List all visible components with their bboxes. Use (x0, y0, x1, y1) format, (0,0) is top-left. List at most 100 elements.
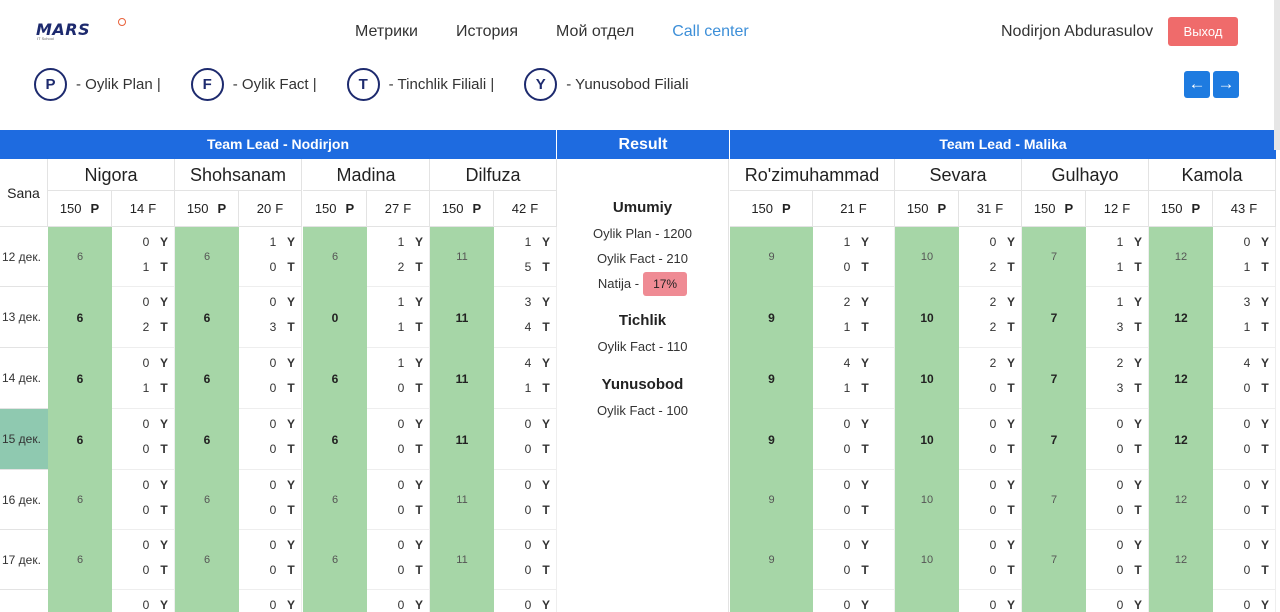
tinchlik-row: 3T (1086, 320, 1149, 340)
result-header: Result (557, 130, 729, 159)
tinchlik-count: 0 (989, 563, 997, 577)
branch-breakdown-cell: 0Y0T (239, 348, 302, 409)
yunusobod-row: 0Y (1213, 478, 1276, 498)
yunusobod-row: 0Y (494, 417, 557, 437)
plan-value: 150 (59, 201, 82, 216)
plan-letter: P (345, 201, 355, 216)
yunusobod-count: 0 (142, 417, 150, 431)
branch-breakdown-cell: 0Y (1213, 590, 1276, 612)
yunusobod-letter: Y (541, 478, 550, 492)
logout-button[interactable]: Выход (1168, 17, 1238, 46)
nav-call-center[interactable]: Call center (672, 22, 748, 42)
yunusobod-row: 3Y (494, 295, 557, 315)
branch-breakdown-cell: 0Y0T (959, 409, 1022, 470)
yunusobod-count: 0 (1116, 478, 1124, 492)
umumiy-title: Umumiy (612, 199, 673, 216)
yunusobod-row: 0Y (1086, 598, 1149, 612)
yunusobod-row: 0Y (239, 478, 302, 498)
tichlik-fact: Oylik Fact - 110 (597, 339, 688, 354)
branch-breakdown-cell: 0Y0T (1086, 530, 1149, 590)
yunusobod-letter: Y (1260, 295, 1269, 309)
yunusobod-count: 0 (843, 417, 851, 431)
next-arrow-button[interactable]: → (1213, 71, 1239, 98)
yunusobod-count: 0 (524, 598, 532, 612)
branch-breakdown-cell: 2Y3T (1086, 348, 1149, 409)
daily-plan-cell (48, 590, 112, 612)
plan-letter: P (937, 201, 947, 216)
yunusobod-count: 0 (142, 478, 150, 492)
yunusobod-letter: Y (1133, 235, 1142, 249)
tinchlik-row: 2T (112, 320, 175, 340)
yunusobod-row: 0Y (813, 478, 876, 498)
yunusobod-count: 0 (142, 295, 150, 309)
tinchlik-row: 0T (239, 442, 302, 462)
plan-letter: P (217, 201, 227, 216)
prev-arrow-button[interactable]: ← (1184, 71, 1210, 98)
daily-plan-cell: 9 (730, 470, 813, 530)
nav-history[interactable]: История (456, 22, 518, 42)
yunusobod-count: 4 (843, 356, 851, 370)
yunusobod-letter: Y (286, 295, 295, 309)
tinchlik-letter: T (287, 442, 295, 456)
legend-plan-circle: P (34, 68, 67, 101)
yunusobod-row: 0Y (367, 478, 430, 498)
fact-cell: 27 F (367, 191, 430, 227)
branch-breakdown-cell: 0Y0T (367, 530, 430, 590)
fact-value: 42 (511, 201, 527, 216)
legend-item-tinchlik: T - Tinchlik Filiali | (346, 68, 494, 101)
yunusobod-count: 2 (843, 295, 851, 309)
sana-column-header: Sana (0, 159, 48, 227)
natija-badge: 17% (643, 272, 688, 296)
tinchlik-count: 0 (269, 381, 277, 395)
yunusobod-letter: Y (1133, 417, 1142, 431)
branch-breakdown-cell: 2Y1T (813, 287, 895, 348)
tinchlik-letter: T (1134, 442, 1142, 456)
yunusobod-letter: Y (1006, 295, 1015, 309)
daily-plan-cell (1149, 590, 1213, 612)
yunusobod-count: 0 (1243, 235, 1251, 249)
tinchlik-row: 2T (959, 320, 1022, 340)
tinchlik-count: 0 (397, 442, 405, 456)
branch-breakdown-cell: 2Y2T (959, 287, 1022, 348)
branch-breakdown-cell: 0Y3T (239, 287, 302, 348)
yunusobod-row: 3Y (1213, 295, 1276, 315)
yunusobod-row: 0Y (112, 538, 175, 558)
vertical-scrollbar[interactable] (1274, 0, 1280, 150)
tinchlik-letter: T (542, 442, 550, 456)
daily-plan-cell: 11 (430, 409, 494, 470)
tinchlik-row: 0T (367, 563, 430, 583)
nav-metrics[interactable]: Метрики (355, 22, 418, 42)
tinchlik-count: 5 (524, 260, 532, 274)
plan-letter: P (782, 201, 791, 216)
tinchlik-count: 4 (524, 320, 532, 334)
tinchlik-count: 0 (269, 503, 277, 517)
tinchlik-count: 0 (142, 503, 150, 517)
yunusobod-count: 0 (269, 538, 277, 552)
tinchlik-count: 0 (989, 503, 997, 517)
yunusobod-letter: Y (414, 478, 423, 492)
yunusobod-row: 1Y (367, 235, 430, 255)
left-team-lead-header: Team Lead - Nodirjon (0, 130, 556, 159)
tinchlik-count: 0 (1116, 503, 1124, 517)
yunusobod-letter: Y (541, 538, 550, 552)
branch-breakdown-cell: 0Y0T (1086, 470, 1149, 530)
tinchlik-letter: T (1007, 260, 1015, 274)
nav-my-department[interactable]: Мой отдел (556, 22, 634, 42)
daily-plan-cell: 6 (303, 348, 367, 409)
yunusobod-fact: Oylik Fact - 100 (596, 403, 689, 418)
branch-breakdown-cell: 4Y0T (1213, 348, 1276, 409)
logo[interactable]: MARS IT School (36, 18, 126, 44)
yunusobod-count: 0 (269, 356, 277, 370)
tinchlik-row: 0T (239, 260, 302, 280)
date-cell: 13 дек. (0, 287, 48, 348)
branch-breakdown-cell: 1Y2T (367, 227, 430, 287)
yunusobod-row: 0Y (494, 598, 557, 612)
daily-plan-cell: 10 (895, 530, 959, 590)
tinchlik-row: 0T (239, 381, 302, 401)
branch-breakdown-cell: 0Y0T (112, 470, 175, 530)
branch-breakdown-cell: 0Y (959, 590, 1022, 612)
yunusobod-letter: Y (1260, 478, 1269, 492)
yunusobod-row: 1Y (494, 235, 557, 255)
fact-value: 27 (384, 201, 400, 216)
fact-cell: 20 F (239, 191, 302, 227)
